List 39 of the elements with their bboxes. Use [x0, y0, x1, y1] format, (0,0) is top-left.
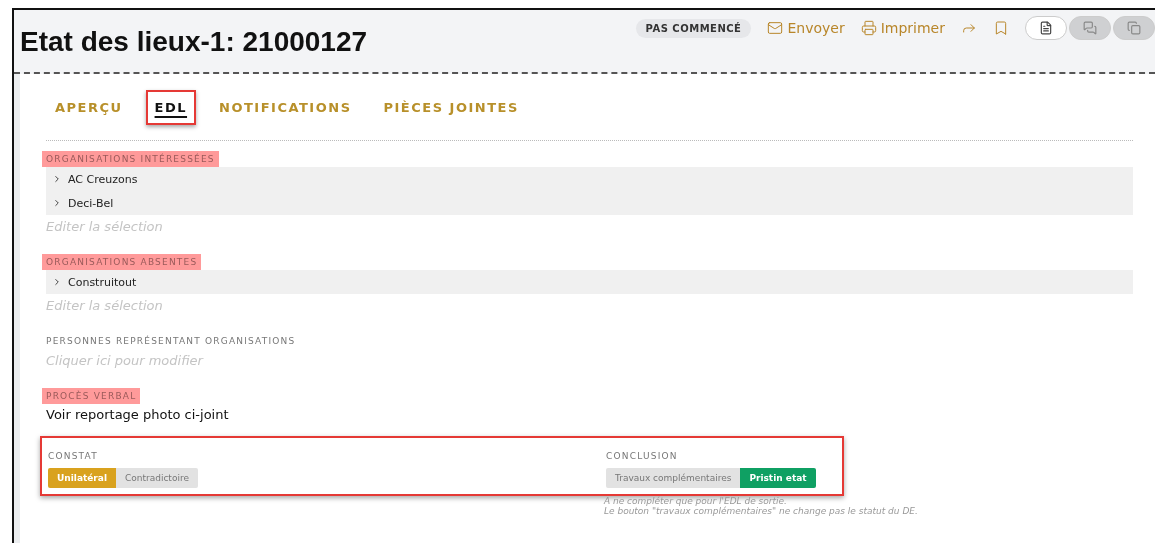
page-title: Etat des lieux-1: 21000127: [20, 26, 368, 58]
chat-icon: [1083, 21, 1097, 35]
tab[interactable]: EDL: [145, 89, 197, 125]
copy-icon: [1127, 21, 1141, 35]
bookmark-icon[interactable]: [993, 20, 1009, 36]
field-label: CONSTAT: [48, 450, 99, 463]
send-link[interactable]: Envoyer: [767, 20, 845, 36]
section-label: ORGANISATIONS INTÉRESSÉES: [42, 151, 219, 167]
tab[interactable]: APERÇU: [46, 89, 132, 125]
toggle-option[interactable]: Unilatéral: [48, 468, 116, 488]
section-label: PERSONNES REPRÉSENTANT ORGANISATIONS: [46, 334, 297, 348]
print-link[interactable]: Imprimer: [860, 20, 945, 36]
chevron-icon: [52, 174, 62, 184]
field-label: CONCLUSION: [606, 450, 679, 463]
edit-link[interactable]: Editer la sélection: [46, 219, 1133, 234]
edit-link[interactable]: Editer la sélection: [46, 298, 1133, 313]
status-badge: PAS COMMENCÉ: [635, 18, 752, 38]
help-note: Le bouton "travaux complémentaires" ne change pas le statut du DE.: [604, 506, 919, 516]
section-text: Voir reportage photo ci-joint: [46, 407, 230, 422]
envelope-icon: [767, 20, 784, 36]
toggle-option[interactable]: Contradictoire: [115, 468, 198, 488]
view-toggle[interactable]: [1025, 16, 1067, 40]
organisation-row[interactable]: Deci-Bel: [46, 191, 1133, 215]
section-label: PROCÈS VERBAL: [42, 388, 141, 404]
edit-link[interactable]: Cliquer ici pour modifier: [46, 353, 1133, 368]
document-icon: [1039, 21, 1053, 35]
chevron-icon: [52, 277, 62, 287]
printer-icon: [860, 20, 877, 36]
section-label: ORGANISATIONS ABSENTES: [42, 254, 202, 270]
organisation-row[interactable]: AC Creuzons: [46, 167, 1133, 191]
tab[interactable]: NOTIFICATIONS: [210, 89, 361, 125]
toggle-option[interactable]: Pristin etat: [740, 468, 816, 488]
tab[interactable]: PIÈCES JOINTES: [374, 89, 528, 125]
view-toggle[interactable]: [1069, 16, 1111, 40]
view-toggle[interactable]: [1113, 16, 1155, 40]
help-note: A ne compléter que pour l'EDL de sortie.: [604, 496, 788, 506]
chevron-icon: [52, 198, 62, 208]
organisation-row[interactable]: Construitout: [46, 270, 1133, 294]
toggle-option[interactable]: Travaux complémentaires: [606, 468, 741, 488]
